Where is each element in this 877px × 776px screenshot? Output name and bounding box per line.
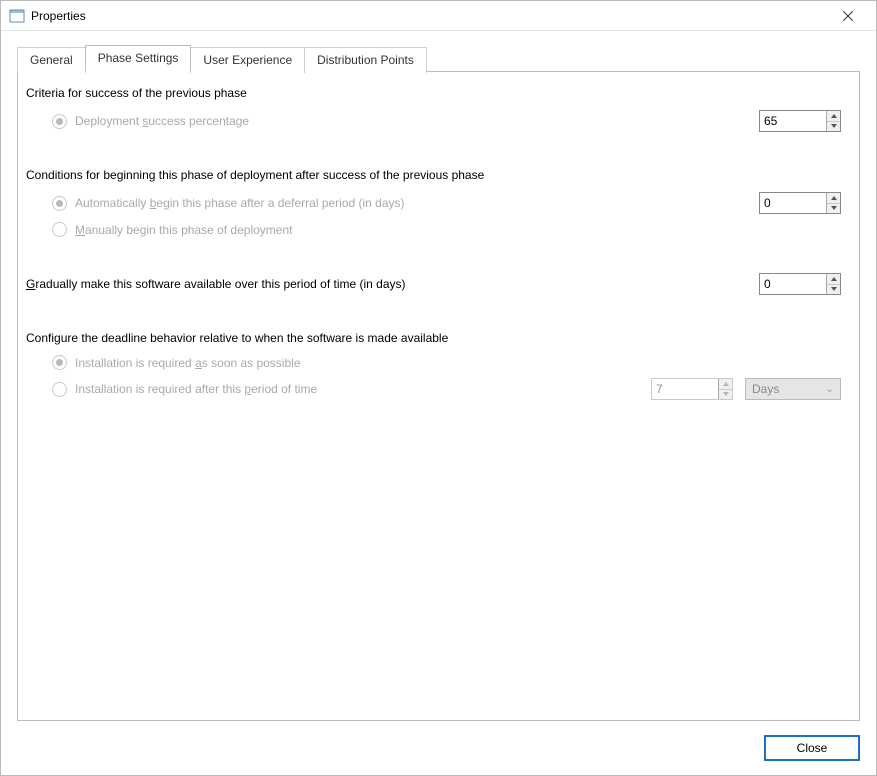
tab-general[interactable]: General — [17, 47, 86, 73]
chevron-down-icon — [831, 124, 837, 128]
period-value-down — [719, 390, 732, 400]
deferral-days-stepper[interactable] — [759, 192, 841, 214]
deferral-days-up[interactable] — [827, 193, 840, 204]
deployment-success-radio — [52, 114, 67, 129]
period-value-stepper — [651, 378, 733, 400]
period-value-up — [719, 379, 732, 390]
install-asap-row: Installation is required as soon as poss… — [26, 355, 841, 370]
close-icon — [843, 11, 853, 21]
chevron-down-icon — [831, 287, 837, 291]
success-percentage-down[interactable] — [827, 122, 840, 132]
install-after-period-radio — [52, 382, 67, 397]
tab-body-phase-settings: Criteria for success of the previous pha… — [17, 71, 860, 721]
gradual-days-input[interactable] — [760, 274, 826, 294]
manual-begin-radio — [52, 222, 67, 237]
install-asap-radio — [52, 355, 67, 370]
success-percentage-stepper[interactable] — [759, 110, 841, 132]
gradual-days-down[interactable] — [827, 285, 840, 295]
gradual-days-stepper[interactable] — [759, 273, 841, 295]
gradual-availability-label: Gradually make this software available o… — [26, 277, 406, 291]
chevron-down-icon — [831, 206, 837, 210]
chevron-down-icon: ⌄ — [826, 384, 834, 395]
install-after-period-row: Installation is required after this peri… — [26, 378, 841, 400]
auto-begin-radio-label: Automatically begin this phase after a d… — [75, 196, 405, 210]
properties-dialog: Properties General Phase Settings User E… — [0, 0, 877, 776]
close-button[interactable]: Close — [764, 735, 860, 761]
chevron-up-icon — [723, 382, 729, 386]
auto-begin-row: Automatically begin this phase after a d… — [26, 192, 841, 214]
deferral-days-input[interactable] — [760, 193, 826, 213]
conditions-begin-label: Conditions for beginning this phase of d… — [26, 168, 841, 182]
manual-begin-row: Manually begin this phase of deployment — [26, 222, 841, 237]
gradual-days-up[interactable] — [827, 274, 840, 285]
app-icon — [9, 8, 25, 24]
tab-user-experience[interactable]: User Experience — [190, 47, 305, 73]
tab-strip: General Phase Settings User Experience D… — [17, 45, 860, 72]
dialog-content: General Phase Settings User Experience D… — [1, 31, 876, 721]
criteria-success-label: Criteria for success of the previous pha… — [26, 86, 841, 100]
period-unit-select: Days ⌄ — [745, 378, 841, 400]
deployment-success-row: Deployment success percentage — [26, 110, 841, 132]
tab-phase-settings[interactable]: Phase Settings — [85, 45, 192, 72]
deployment-success-radio-label: Deployment success percentage — [75, 114, 249, 128]
auto-begin-radio — [52, 196, 67, 211]
tab-distribution-points[interactable]: Distribution Points — [304, 47, 427, 73]
chevron-up-icon — [831, 196, 837, 200]
chevron-up-icon — [831, 277, 837, 281]
titlebar: Properties — [1, 1, 876, 31]
deferral-days-down[interactable] — [827, 204, 840, 214]
gradual-availability-row: Gradually make this software available o… — [26, 273, 841, 295]
period-value-input — [652, 379, 718, 399]
install-after-period-radio-label: Installation is required after this peri… — [75, 382, 317, 396]
install-asap-radio-label: Installation is required as soon as poss… — [75, 356, 301, 370]
chevron-up-icon — [831, 114, 837, 118]
deadline-behavior-label: Configure the deadline behavior relative… — [26, 331, 841, 345]
window-close-button[interactable] — [828, 2, 868, 30]
chevron-down-icon — [723, 392, 729, 396]
window-title: Properties — [31, 9, 828, 23]
period-unit-value: Days — [752, 382, 779, 396]
manual-begin-radio-label: Manually begin this phase of deployment — [75, 223, 292, 237]
success-percentage-input[interactable] — [760, 111, 826, 131]
success-percentage-up[interactable] — [827, 111, 840, 122]
dialog-button-row: Close — [1, 721, 876, 775]
